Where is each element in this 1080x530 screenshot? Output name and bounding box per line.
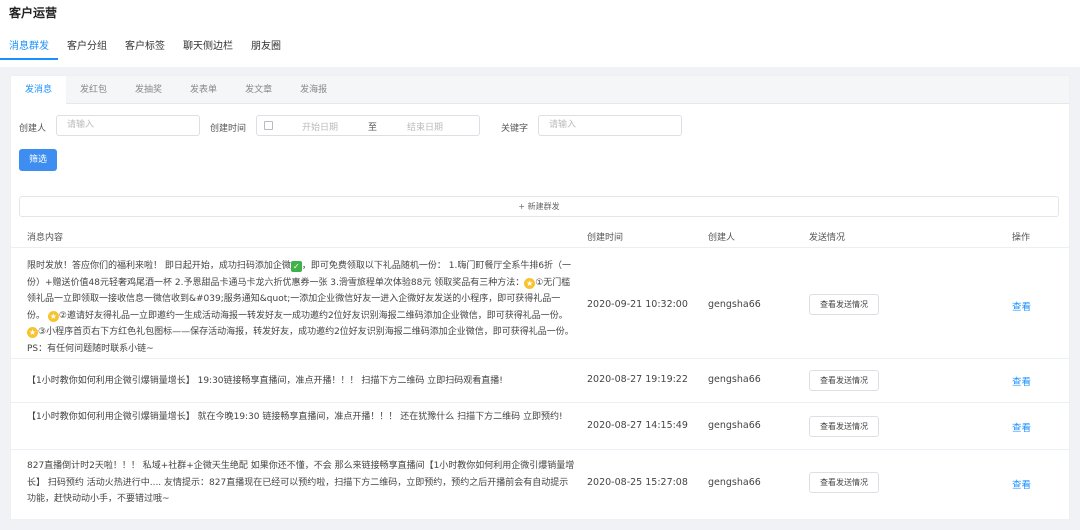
calendar-icon	[264, 121, 273, 130]
table-row: 827直播倒计时2天啦！！！ 私域+社群+企微天生绝配 如果你还不懂，不会 那么…	[11, 450, 1069, 518]
tab-send-poster[interactable]: 发海报	[286, 76, 341, 104]
creator-name: gengsha66	[708, 374, 761, 385]
message-content: 【1小时教你如何利用企微引爆销量增长】 19:30链接畅享直播间，准点开播！！！…	[27, 376, 503, 386]
keyword-input[interactable]: 请输入	[538, 115, 682, 136]
top-tabs: 消息群发 客户分组 客户标签 聊天侧边栏 朋友圈	[0, 38, 290, 60]
view-send-status-button[interactable]: 查看发送情况	[809, 416, 879, 437]
table-row: 【1小时教你如何利用企微引爆销量增长】 19:30链接畅享直播间，准点开播！！！…	[11, 359, 1069, 403]
check-icon: ✓	[290, 261, 302, 272]
view-send-status-button[interactable]: 查看发送情况	[809, 294, 879, 315]
date-range-picker[interactable]: 开始日期 至 结束日期	[256, 115, 480, 136]
created-time: 2020-08-25 15:27:08	[587, 477, 688, 488]
col-creator: 创建人	[708, 233, 736, 243]
tab-send-message[interactable]: 发消息	[11, 76, 67, 104]
star-icon: ★	[27, 327, 38, 338]
table-row: 限时发放！答应你们的福利来啦！ 即日起开始，成功扫码添加企微 ✓ ，即可免费领取以下…	[11, 249, 1069, 359]
view-link[interactable]: 查看	[1012, 420, 1031, 434]
star-icon: ★	[47, 310, 59, 322]
table-row: 【1小时教你如何利用企微引爆销量增长】 就在今晚19:30 链接畅享直播间，准点…	[11, 403, 1069, 450]
created-time-label: 创建时间	[210, 124, 247, 134]
message-text: 限时发放！答应你们的福利来啦！ 即日起开始，成功扫码添加企微	[27, 261, 291, 271]
view-link[interactable]: 查看	[1012, 374, 1031, 388]
view-send-status-button[interactable]: 查看发送情况	[809, 472, 879, 493]
col-send-status: 发送情况	[809, 233, 846, 243]
start-date-placeholder: 开始日期	[302, 123, 339, 133]
tab-send-article[interactable]: 发文章	[231, 76, 286, 104]
header: 客户运营 消息群发 客户分组 客户标签 聊天侧边栏 朋友圈	[0, 0, 1080, 67]
created-time: 2020-08-27 14:15:49	[587, 420, 688, 431]
inner-tabs: 发消息 发红包 发抽奖 发表单 发文章 发海报	[11, 76, 1069, 104]
creator-label: 创建人	[19, 124, 47, 134]
main-panel: 发消息 发红包 发抽奖 发表单 发文章 发海报 创建人 请输入 创建时间 开始日…	[10, 75, 1070, 520]
created-time: 2020-08-27 19:19:22	[587, 374, 688, 385]
creator-name: gengsha66	[708, 420, 761, 431]
message-content: 827直播倒计时2天啦！！！ 私域+社群+企微天生绝配 如果你还不懂，不会 那么…	[27, 461, 575, 504]
tab-send-form[interactable]: 发表单	[176, 76, 231, 104]
col-created-time: 创建时间	[587, 233, 624, 243]
tab-send-lottery[interactable]: 发抽奖	[121, 76, 176, 104]
page-title: 客户运营	[9, 6, 58, 20]
keyword-label: 关键字	[501, 124, 529, 134]
table-header: 消息内容 创建时间 创建人 发送情况 操作	[11, 223, 1069, 248]
view-send-status-button[interactable]: 查看发送情况	[809, 370, 879, 391]
created-time: 2020-09-21 10:32:00	[587, 299, 688, 310]
tab-customer-tags[interactable]: 客户标签	[116, 38, 174, 60]
star-icon: ★	[524, 277, 536, 289]
creator-name: gengsha66	[708, 299, 761, 310]
view-link[interactable]: 查看	[1012, 299, 1031, 313]
end-date-placeholder: 结束日期	[407, 123, 444, 133]
new-mass-message-button[interactable]: + 新建群发	[19, 196, 1059, 217]
tab-moments[interactable]: 朋友圈	[242, 38, 290, 60]
tab-mass-message[interactable]: 消息群发	[0, 38, 58, 60]
col-message-content: 消息内容	[27, 233, 64, 243]
col-actions: 操作	[1012, 233, 1031, 243]
date-separator: 至	[368, 123, 378, 133]
tab-chat-sidebar[interactable]: 聊天侧边栏	[174, 38, 242, 60]
tab-send-red-packet[interactable]: 发红包	[66, 76, 121, 104]
filter-button[interactable]: 筛选	[19, 149, 57, 171]
creator-input[interactable]: 请输入	[56, 115, 200, 136]
creator-name: gengsha66	[708, 477, 761, 488]
tab-customer-groups[interactable]: 客户分组	[58, 38, 116, 60]
message-content: 限时发放！答应你们的福利来啦！ 即日起开始，成功扫码添加企微 ✓ ，即可免费领取以下…	[27, 258, 575, 357]
view-link[interactable]: 查看	[1012, 477, 1031, 491]
message-text: ③小程序首页右下方红色礼包图标——保存活动海报，转发好友，成功邀约2位好友识别海…	[27, 327, 574, 354]
message-content: 【1小时教你如何利用企微引爆销量增长】 就在今晚19:30 链接畅享直播间，准点…	[27, 412, 563, 422]
message-text: ②邀请好友得礼品一立即邀约一生成活动海报一转发好友一成功邀约2位好友识别海报二维…	[58, 310, 568, 321]
